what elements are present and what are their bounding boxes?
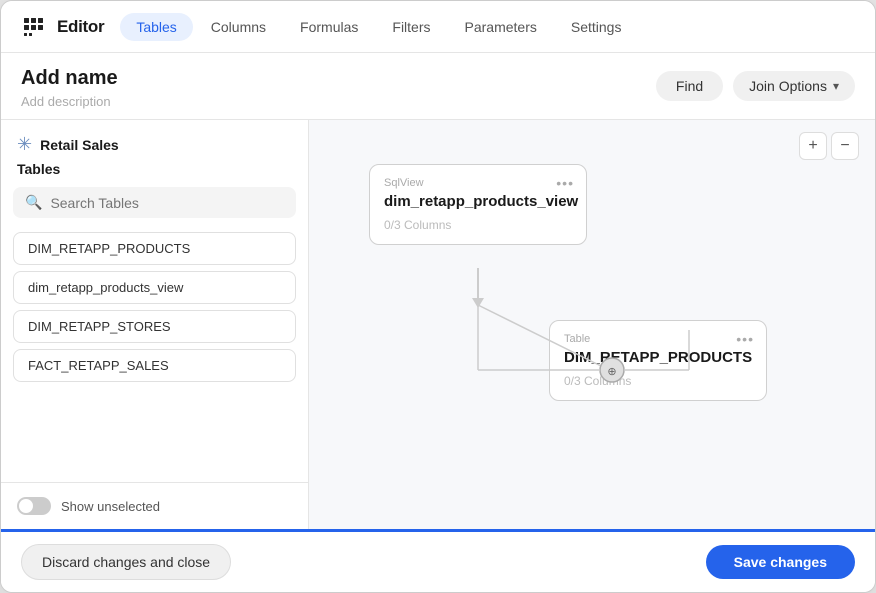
tab-settings[interactable]: Settings <box>555 13 638 41</box>
canvas-controls: + − <box>799 132 859 160</box>
tab-columns[interactable]: Columns <box>195 13 282 41</box>
header-area: Add name Add description Find Join Optio… <box>1 53 875 120</box>
diagram-node-table[interactable]: ••• Table DIM_RETAPP_PRODUCTS 0/3 Column… <box>549 320 767 401</box>
node-menu-icon[interactable]: ••• <box>556 175 574 191</box>
table-item-1[interactable]: dim_retapp_products_view <box>13 271 296 304</box>
node-columns: 0/3 Columns <box>384 218 572 232</box>
sidebar-section-title: Tables <box>1 159 308 187</box>
save-button[interactable]: Save changes <box>706 545 855 579</box>
header-right: Find Join Options ▾ <box>656 71 855 101</box>
page-title: Add name <box>21 67 118 90</box>
show-unselected-toggle[interactable] <box>17 497 51 515</box>
chevron-down-icon: ▾ <box>833 79 839 93</box>
tab-parameters[interactable]: Parameters <box>449 13 553 41</box>
zoom-in-button[interactable]: + <box>799 132 827 160</box>
table-item-3[interactable]: FACT_RETAPP_SALES <box>13 349 296 382</box>
node-menu-icon-2[interactable]: ••• <box>736 331 754 347</box>
tab-formulas[interactable]: Formulas <box>284 13 374 41</box>
show-unselected-label: Show unselected <box>61 499 160 514</box>
search-box: 🔍 <box>13 187 296 218</box>
table-item-2[interactable]: DIM_RETAPP_STORES <box>13 310 296 343</box>
page-description: Add description <box>21 94 118 109</box>
search-input[interactable] <box>50 195 284 211</box>
tab-filters[interactable]: Filters <box>376 13 446 41</box>
node-columns-2: 0/3 Columns <box>564 374 752 388</box>
main-content: ✳ Retail Sales Tables 🔍 DIM_RETAPP_PRODU… <box>1 120 875 529</box>
sidebar-footer: Show unselected <box>1 482 308 529</box>
main-window: Editor Tables Columns Formulas Filters P… <box>0 0 876 593</box>
node-type-label: SqlView <box>384 177 572 189</box>
node-type-label-2: Table <box>564 333 752 345</box>
logo: Editor <box>17 11 104 43</box>
join-options-button[interactable]: Join Options ▾ <box>733 71 855 101</box>
header-left: Add name Add description <box>21 67 118 109</box>
diagram-node-sqlview[interactable]: ••• SqlView dim_retapp_products_view 0/3… <box>369 164 587 245</box>
node-title: dim_retapp_products_view <box>384 193 572 210</box>
table-item-0[interactable]: DIM_RETAPP_PRODUCTS <box>13 232 296 265</box>
discard-button[interactable]: Discard changes and close <box>21 544 231 580</box>
find-button[interactable]: Find <box>656 71 723 101</box>
zoom-out-button[interactable]: − <box>831 132 859 160</box>
sidebar-source: ✳ Retail Sales <box>1 134 308 159</box>
logo-icon <box>17 11 49 43</box>
top-bar: Editor Tables Columns Formulas Filters P… <box>1 1 875 53</box>
source-icon: ✳ <box>17 134 32 155</box>
toggle-knob <box>19 499 33 513</box>
node-title-2: DIM_RETAPP_PRODUCTS <box>564 349 752 366</box>
search-icon: 🔍 <box>25 194 42 211</box>
tab-tables[interactable]: Tables <box>120 13 192 41</box>
bottom-bar: Discard changes and close Save changes <box>1 529 875 592</box>
nav-tabs: Tables Columns Formulas Filters Paramete… <box>120 13 637 41</box>
sidebar: ✳ Retail Sales Tables 🔍 DIM_RETAPP_PRODU… <box>1 120 309 529</box>
table-list: DIM_RETAPP_PRODUCTS dim_retapp_products_… <box>1 228 308 482</box>
diagram-canvas: + − ••• SqlView dim_retapp_products_view… <box>309 120 875 529</box>
source-name: Retail Sales <box>40 137 119 153</box>
app-title: Editor <box>57 17 104 37</box>
